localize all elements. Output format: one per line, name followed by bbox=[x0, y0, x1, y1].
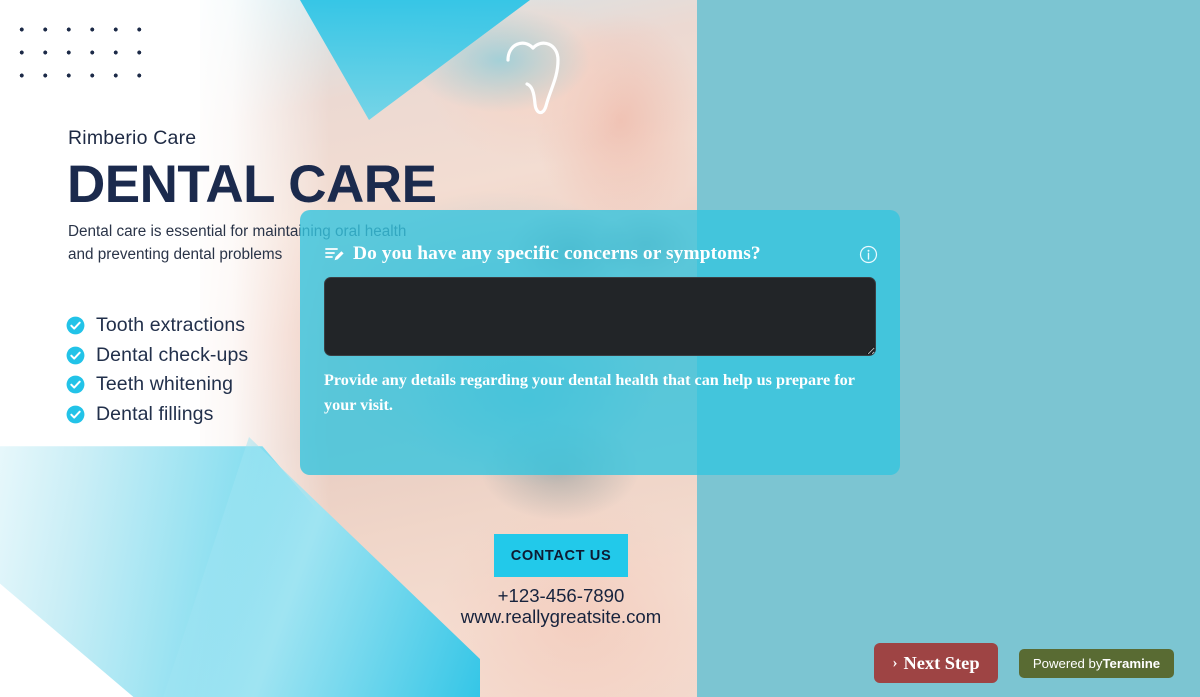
list-item: Dental check-ups bbox=[66, 341, 248, 371]
website-url: www.reallygreatsite.com bbox=[460, 606, 662, 627]
survey-help-text: Provide any details regarding your denta… bbox=[324, 371, 855, 414]
survey-question: Do you have any specific concerns or sym… bbox=[353, 243, 761, 264]
check-circle-icon bbox=[66, 405, 85, 424]
next-step-label: Next Step bbox=[903, 652, 980, 673]
brand-name: Rimberio Care bbox=[68, 127, 197, 149]
powered-by-brand: Teramine bbox=[1102, 656, 1161, 671]
contact-us-button[interactable]: CONTACT US bbox=[494, 534, 628, 577]
check-circle-icon bbox=[66, 346, 85, 365]
dot-grid-decoration bbox=[10, 18, 156, 96]
powered-by-prefix: Powered by bbox=[1032, 656, 1103, 671]
phone-number: +123-456-7890 bbox=[497, 585, 625, 606]
page-title: DENTAL CARE bbox=[67, 155, 437, 214]
chevron-right-icon: › bbox=[892, 654, 898, 671]
list-item: Teeth whitening bbox=[66, 370, 248, 400]
service-label: Teeth whitening bbox=[96, 373, 234, 396]
check-circle-icon bbox=[66, 316, 85, 335]
poster-canvas: Rimberio Care DENTAL CARE Dental care is… bbox=[0, 0, 1200, 697]
service-label: Dental fillings bbox=[96, 402, 214, 425]
tooth-icon bbox=[506, 41, 560, 115]
service-label: Dental check-ups bbox=[96, 343, 249, 366]
check-circle-icon bbox=[66, 375, 85, 394]
next-step-button[interactable]: › Next Step bbox=[874, 643, 998, 683]
concerns-symptoms-textarea[interactable] bbox=[324, 277, 876, 356]
service-label: Tooth extractions bbox=[96, 314, 246, 337]
survey-header: Do you have any specific concerns or sym… bbox=[324, 243, 878, 265]
powered-by-badge[interactable]: Powered by Teramine bbox=[1019, 649, 1174, 678]
form-edit-icon bbox=[325, 248, 344, 261]
services-list: Tooth extractions Dental check-ups Teeth… bbox=[66, 311, 248, 429]
list-item: Dental fillings bbox=[66, 400, 248, 430]
info-circle-icon[interactable] bbox=[859, 245, 878, 264]
list-item: Tooth extractions bbox=[66, 311, 248, 341]
